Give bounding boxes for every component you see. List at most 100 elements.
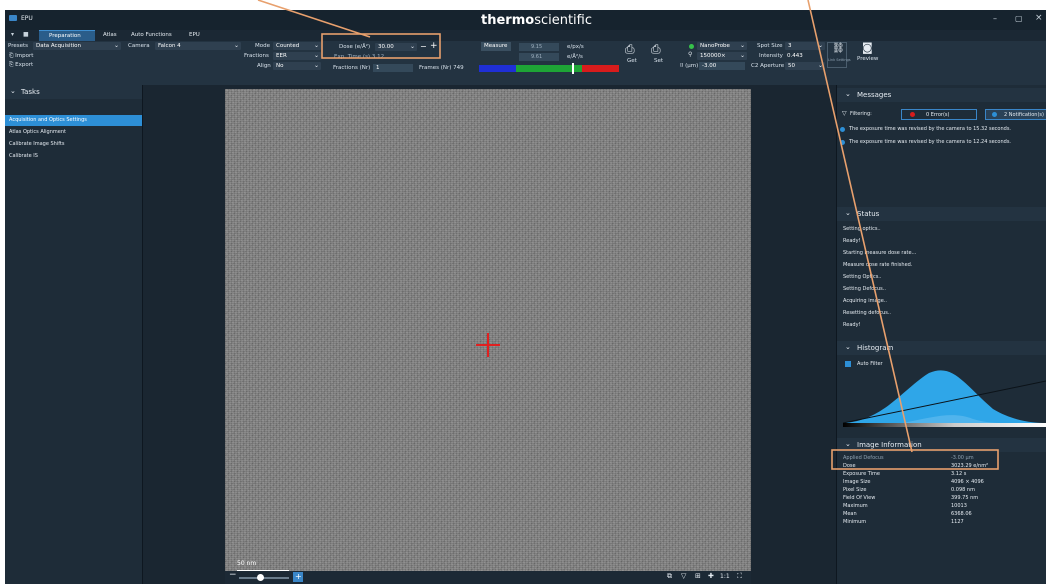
mode-dropdown[interactable]: Counted ⌄ [273,42,321,50]
spot-size-dropdown[interactable]: 3 ⌄ [785,42,825,50]
frames-label: Frames (Nr) 749 [419,65,464,71]
fullscreen-icon[interactable]: ⛶ [737,573,742,580]
minimize-button[interactable]: – [993,15,997,23]
errors-filter-button[interactable]: 0 Error(s) [901,109,977,120]
probe-dropdown[interactable]: NanoProbe ⌄ [697,42,747,50]
magnification-dropdown[interactable]: 150000× ⌄ [697,52,747,60]
tasks-header[interactable]: ⌄ Tasks [5,85,142,99]
tab-label: Preparation [49,33,81,39]
histogram-gradient-bar [843,423,1046,427]
get-button[interactable]: Get [627,58,637,65]
brand-logo: thermoscientific [481,13,593,28]
tab-preparation[interactable]: Preparation [39,30,95,41]
tab-auto-functions[interactable]: Auto Functions [131,32,172,39]
preview-button[interactable]: Preview [857,56,878,63]
zoom-one-to-one-button[interactable]: 1:1 [720,574,730,580]
histogram-plot[interactable] [843,369,1046,427]
fit-icon[interactable]: ⧉ [667,573,672,580]
defocus-input[interactable]: -3.00 [699,62,745,70]
messages-header[interactable]: ⌄ Messages [837,88,1046,102]
status-line: Resetting defocus.. [843,310,892,316]
grid-icon[interactable]: ⊞ [695,573,701,580]
dose-decrement-button[interactable]: − [420,43,427,51]
errors-count: 0 Error(s) [926,111,950,118]
crosshair-horizontal [476,344,500,346]
task-item-calibrate-image-shifts[interactable]: Calibrate Image Shifts [9,142,64,147]
menu-chevron-icon[interactable]: ▾ [11,32,14,38]
image-info-table: Applied Defocus -3.00 µm Dose 3023.29 e/… [837,455,1046,531]
message-item: The exposure time was revised by the cam… [840,138,1046,148]
zoom-out-button[interactable]: − [229,571,237,580]
notifications-filter-button[interactable]: 2 Notification(s) [985,109,1046,120]
measure-button[interactable]: Measure [481,42,511,51]
info-icon [840,127,845,132]
filter-icon[interactable]: ▽ [681,573,686,580]
presets-value: Data Acquisition [36,42,82,49]
camera-icon[interactable]: ◙ [862,42,873,53]
title-bar: EPU thermoscientific – ▢ × [5,10,1046,30]
info-value: -3.00 µm [951,455,974,461]
align-value: No [276,62,284,69]
task-item-acquisition-optics[interactable]: Acquisition and Optics Settings [5,115,142,126]
close-button[interactable]: × [1035,14,1043,23]
mode-value: Counted [276,42,300,49]
camera-dropdown[interactable]: Falcon 4 ⌄ [155,42,241,50]
zoom-in-button[interactable]: + [293,572,303,582]
chevron-down-icon: ⌄ [313,42,319,49]
image-info-bottom-fill [837,531,1046,584]
info-key: Mean [843,511,857,517]
link-settings-button[interactable]: ⛓ Link Settings [827,42,851,68]
app-title: EPU [21,15,33,22]
link-icon: ⛓ [832,43,845,54]
info-value: 4096 × 4096 [951,479,984,485]
tasks-panel: ⌄ Tasks Acquisition and Optics Settings … [5,85,142,584]
presets-dropdown[interactable]: Data Acquisition ⌄ [33,42,121,50]
camera-label: Camera [128,43,150,49]
chevron-down-icon: ⌄ [845,343,851,351]
chevron-down-icon: ⌄ [113,42,119,49]
get-icon[interactable]: ⎙ [625,43,635,55]
dose-input[interactable]: 30.00 ⌄ [375,43,417,51]
micrograph-image[interactable]: 50 nm [225,89,751,581]
info-key: Field Of View [843,495,876,501]
fractions-nr-input[interactable]: 1 [373,64,413,72]
set-button[interactable]: Set [654,58,663,65]
import-button[interactable]: ⎗ Import [9,53,33,60]
status-line: Setting Optics.. [843,274,882,280]
status-header[interactable]: ⌄ Status [837,207,1046,221]
histogram-header[interactable]: ⌄ Histogram [837,341,1046,355]
lock-icon[interactable]: ■ [23,32,29,38]
status-title: Status [857,210,880,218]
dose-rate-bar-high [582,65,619,72]
info-value: 1127 [951,519,964,525]
export-button[interactable]: ⎘ Export [9,62,33,69]
status-line: Ready! [843,322,861,328]
align-dropdown[interactable]: No ⌄ [273,62,321,70]
link-settings-label: Link Settings [828,58,851,62]
zoom-slider-handle[interactable] [257,574,264,581]
c2-aperture-dropdown[interactable]: 50 ⌄ [785,62,825,70]
dose-rate-marker [572,63,574,74]
task-item-atlas-optics[interactable]: Atlas Optics Alignment [9,130,66,135]
spot-size-value: 3 [788,42,792,49]
tab-atlas[interactable]: Atlas [103,32,117,39]
dose-increment-button[interactable]: + [430,42,438,51]
info-value: 3.12 s [951,471,967,477]
align-label: Align [257,63,271,69]
tab-epu[interactable]: EPU [189,32,200,39]
crosshair-icon[interactable]: ✚ [708,573,714,580]
chevron-down-icon: ⌄ [409,43,415,50]
maximize-button[interactable]: ▢ [1015,15,1023,23]
auto-filter-checkbox[interactable] [845,361,851,367]
info-value: 10013 [951,503,967,509]
dose-rate-bar-low [479,65,516,72]
set-icon[interactable]: ⎙ [651,43,661,55]
exposure-time-label: Exp. Time (s) 3.12 [334,54,385,60]
chevron-down-icon: ⌄ [845,209,851,217]
task-item-calibrate-is[interactable]: Calibrate IS [9,154,38,159]
image-information-header[interactable]: ⌄ Image Information [837,438,1046,452]
magnification-value: 150000× [700,52,726,59]
zoom-slider-track[interactable] [239,577,289,579]
magnification-icon: ⚲ [688,51,693,58]
fractions-dropdown[interactable]: EER ⌄ [273,52,321,60]
